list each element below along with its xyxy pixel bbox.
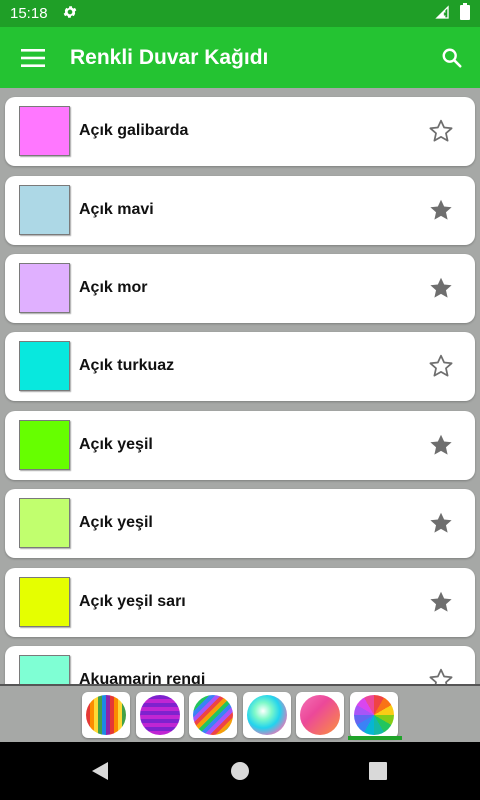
list-item[interactable]: Açık yeşil sarı [5, 568, 475, 637]
search-button[interactable] [424, 27, 480, 88]
star-outline-icon [429, 119, 453, 142]
recents-button[interactable] [366, 759, 390, 783]
color-swatch [19, 420, 70, 470]
favorite-button[interactable] [427, 431, 455, 459]
star-filled-icon [430, 512, 452, 533]
diagonal-stripes-icon [193, 695, 233, 735]
favorite-button[interactable] [427, 117, 455, 145]
color-swatch [19, 498, 70, 548]
color-name: Açık galibarda [79, 122, 189, 139]
app-bar: Renkli Duvar Kağıdı [0, 27, 480, 88]
star-filled-icon [430, 434, 452, 455]
radial-gradient-icon [247, 695, 287, 735]
list-item[interactable]: Açık mor [5, 254, 475, 323]
signal-icon [434, 4, 450, 24]
favorite-button[interactable] [427, 509, 455, 537]
status-time: 15:18 [10, 5, 48, 22]
color-swatch [19, 185, 70, 235]
star-filled-icon [430, 591, 452, 612]
color-swatch [19, 106, 70, 156]
color-name: Açık yeşil [79, 436, 153, 453]
favorite-button[interactable] [427, 274, 455, 302]
bottom-tab-bar [0, 684, 480, 742]
tab-vertical-stripes[interactable] [82, 692, 130, 738]
list-item[interactable]: Akuamarin rengi [5, 646, 475, 684]
page-title: Renkli Duvar Kağıdı [70, 45, 269, 69]
back-button[interactable] [88, 759, 112, 783]
star-outline-icon [429, 354, 453, 377]
color-swatch [19, 577, 70, 627]
settings-gear-icon [62, 4, 78, 24]
list-item[interactable]: Açık turkuaz [5, 332, 475, 401]
selected-tab-indicator [348, 736, 402, 740]
color-name: Açık turkuaz [79, 357, 175, 374]
color-name: Açık mavi [79, 201, 154, 218]
color-swatch [19, 655, 70, 684]
home-circle-icon [231, 762, 249, 780]
horizontal-stripes-icon [140, 695, 180, 735]
color-name: Akuamarin rengi [79, 671, 206, 684]
back-triangle-icon [92, 762, 108, 780]
tab-horizontal-stripes[interactable] [136, 692, 184, 738]
home-button[interactable] [228, 759, 252, 783]
favorite-button[interactable] [427, 588, 455, 616]
menu-button[interactable] [0, 27, 66, 88]
favorite-button[interactable] [427, 352, 455, 380]
linear-gradient-icon [300, 695, 340, 735]
hamburger-menu-icon [21, 48, 45, 67]
color-wheel-icon [354, 695, 394, 735]
battery-icon [460, 3, 470, 24]
tab-color-wheel[interactable] [350, 692, 398, 738]
color-name: Açık yeşil sarı [79, 593, 186, 610]
color-swatch [19, 341, 70, 391]
favorite-button[interactable] [427, 196, 455, 224]
list-item[interactable]: Açık yeşil [5, 489, 475, 558]
system-nav-bar [0, 742, 480, 800]
vertical-stripes-icon [86, 695, 126, 735]
color-swatch [19, 263, 70, 313]
favorite-button[interactable] [427, 666, 455, 684]
star-outline-icon [429, 668, 453, 684]
color-name: Açık yeşil [79, 514, 153, 531]
list-item[interactable]: Açık mavi [5, 176, 475, 245]
star-filled-icon [430, 199, 452, 220]
list-item[interactable]: Açık galibarda [5, 97, 475, 166]
color-list[interactable]: Açık galibarda Açık mavi Açık mor Açık t… [0, 88, 480, 684]
color-name: Açık mor [79, 279, 148, 296]
tab-diagonal-stripes[interactable] [189, 692, 237, 738]
search-icon [442, 48, 462, 68]
tab-radial-gradient[interactable] [243, 692, 291, 738]
recents-square-icon [369, 762, 387, 780]
star-filled-icon [430, 277, 452, 298]
list-item[interactable]: Açık yeşil [5, 411, 475, 480]
status-bar: 15:18 [0, 0, 480, 27]
tab-linear-gradient[interactable] [296, 692, 344, 738]
